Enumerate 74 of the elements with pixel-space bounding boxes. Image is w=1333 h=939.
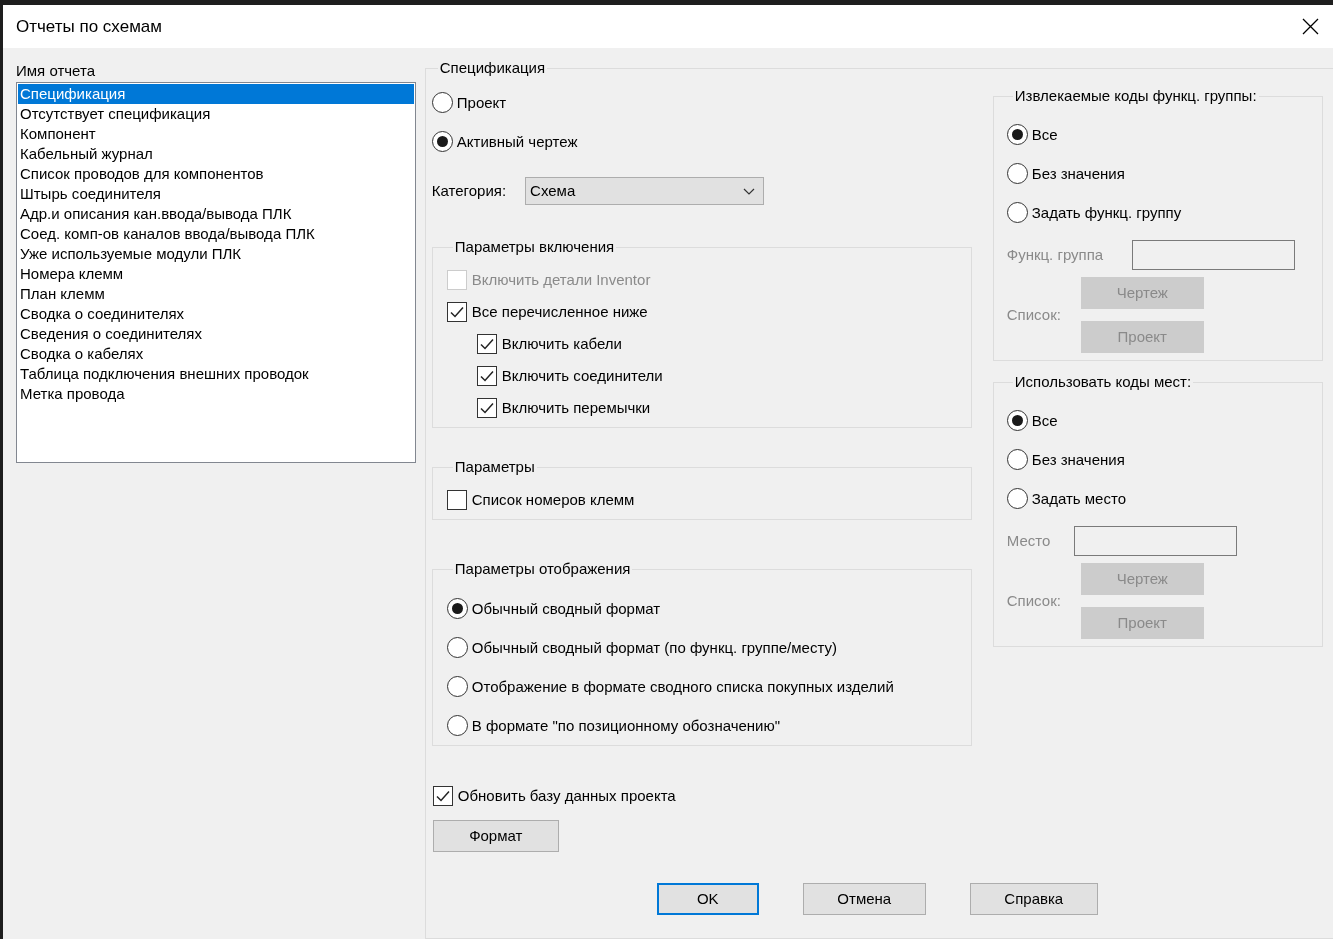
checkbox[interactable] (476, 366, 497, 386)
checkbox-option[interactable]: Включить перемычки (476, 392, 971, 424)
list-item[interactable]: Метка провода (18, 384, 414, 404)
group-title: Параметры (453, 458, 536, 476)
chevron-down-icon (743, 187, 756, 195)
list-item[interactable]: Список проводов для компонентов (18, 164, 414, 184)
group-title: Параметры включения (453, 238, 616, 256)
radio-option[interactable]: Без значения (1006, 440, 1322, 479)
radio-circle[interactable] (1006, 488, 1028, 509)
radio-circle[interactable] (1006, 163, 1028, 184)
list-item[interactable]: Штырь соединителя (18, 184, 414, 204)
checkbox-option[interactable]: Список номеров клемм (446, 484, 971, 516)
radio-circle[interactable] (446, 598, 468, 619)
radio-option[interactable]: Все (1006, 401, 1322, 440)
category-label: Категория: (431, 182, 507, 200)
list-label: Имя отчета (16, 62, 96, 80)
list-item[interactable]: План клемм (18, 284, 414, 304)
list-item[interactable]: Номера клемм (18, 264, 414, 284)
list-item[interactable]: Компонент (18, 124, 414, 144)
radio-option[interactable]: Задать место (1006, 479, 1322, 518)
list-item[interactable]: Уже используемые модули ПЛК (18, 244, 414, 264)
checkbox-option[interactable]: Обновить базу данных проекта (432, 780, 972, 812)
checkbox[interactable] (446, 302, 467, 322)
group-title: Извлекаемые коды функц. группы: (1013, 87, 1258, 105)
dropdown-value: Схема (530, 182, 576, 200)
close-icon[interactable] (1302, 18, 1319, 35)
radio-option[interactable]: Активный чертеж (431, 122, 972, 161)
checkbox-option[interactable]: Включить кабели (476, 328, 971, 360)
radio-circle[interactable] (1006, 202, 1028, 223)
radio-circle[interactable] (1006, 449, 1028, 470)
list-item[interactable]: Адр.и описания кан.ввода/вывода ПЛК (18, 204, 414, 224)
radio-circle[interactable] (431, 131, 453, 152)
radio-option[interactable]: В формате "по позиционному обозначению" (446, 706, 971, 745)
dialog-button[interactable]: Справка (969, 883, 1098, 915)
list-item[interactable]: Спецификация (18, 84, 414, 104)
format-button[interactable]: Формат (432, 820, 559, 852)
report-list[interactable] (16, 82, 416, 463)
list-item[interactable]: Отсутствует спецификация (18, 104, 414, 124)
list-item[interactable]: Сводка о соединителях (18, 304, 414, 324)
checkbox[interactable] (476, 334, 497, 354)
field-label: Функц. группа (1006, 246, 1105, 264)
checkbox[interactable] (476, 398, 497, 418)
group-title: Использовать коды мест: (1013, 373, 1193, 391)
radio-circle[interactable] (446, 637, 468, 658)
radio-circle[interactable] (431, 92, 453, 113)
category-dropdown[interactable]: Схема (525, 177, 765, 205)
checkbox-option[interactable]: Все перечисленное ниже (446, 296, 971, 328)
radio-option[interactable]: Без значения (1006, 154, 1322, 193)
radio-circle[interactable] (1006, 124, 1028, 145)
list-label: Список: (1006, 592, 1062, 610)
window-title: Отчеты по схемам (16, 17, 162, 36)
group-title: Спецификация (438, 59, 547, 77)
radio-option[interactable]: Все (1006, 115, 1322, 154)
radio-option[interactable]: Проект (431, 83, 972, 122)
radio-option[interactable]: Обычный сводный формат (по функц. группе/месту) (446, 628, 971, 667)
field-label: Место (1006, 532, 1052, 550)
list-label: Список: (1006, 306, 1062, 324)
list-item[interactable]: Таблица подключения внешних проводок (18, 364, 414, 384)
radio-option[interactable]: Задать функц. группу (1006, 193, 1322, 232)
checkbox-option[interactable]: Включить соединители (476, 360, 971, 392)
list-item[interactable]: Сведения о соединителях (18, 324, 414, 344)
list-item[interactable]: Кабельный журнал (18, 144, 414, 164)
checkbox[interactable] (446, 490, 467, 510)
dialog-button[interactable]: Отмена (802, 883, 926, 915)
radio-option[interactable]: Обычный сводный формат (446, 589, 971, 628)
radio-circle[interactable] (1006, 410, 1028, 431)
dialog-button[interactable]: OK (656, 883, 759, 915)
list-item[interactable]: Сводка о кабелях (18, 344, 414, 364)
radio-option[interactable]: Отображение в формате сводного списка покупных изделий (446, 667, 971, 706)
group-title: Параметры отображения (453, 560, 632, 578)
checkbox[interactable] (432, 786, 453, 806)
radio-circle[interactable] (446, 676, 468, 697)
radio-circle[interactable] (446, 715, 468, 736)
list-item[interactable]: Соед. комп-ов каналов ввода/вывода ПЛК (18, 224, 414, 244)
